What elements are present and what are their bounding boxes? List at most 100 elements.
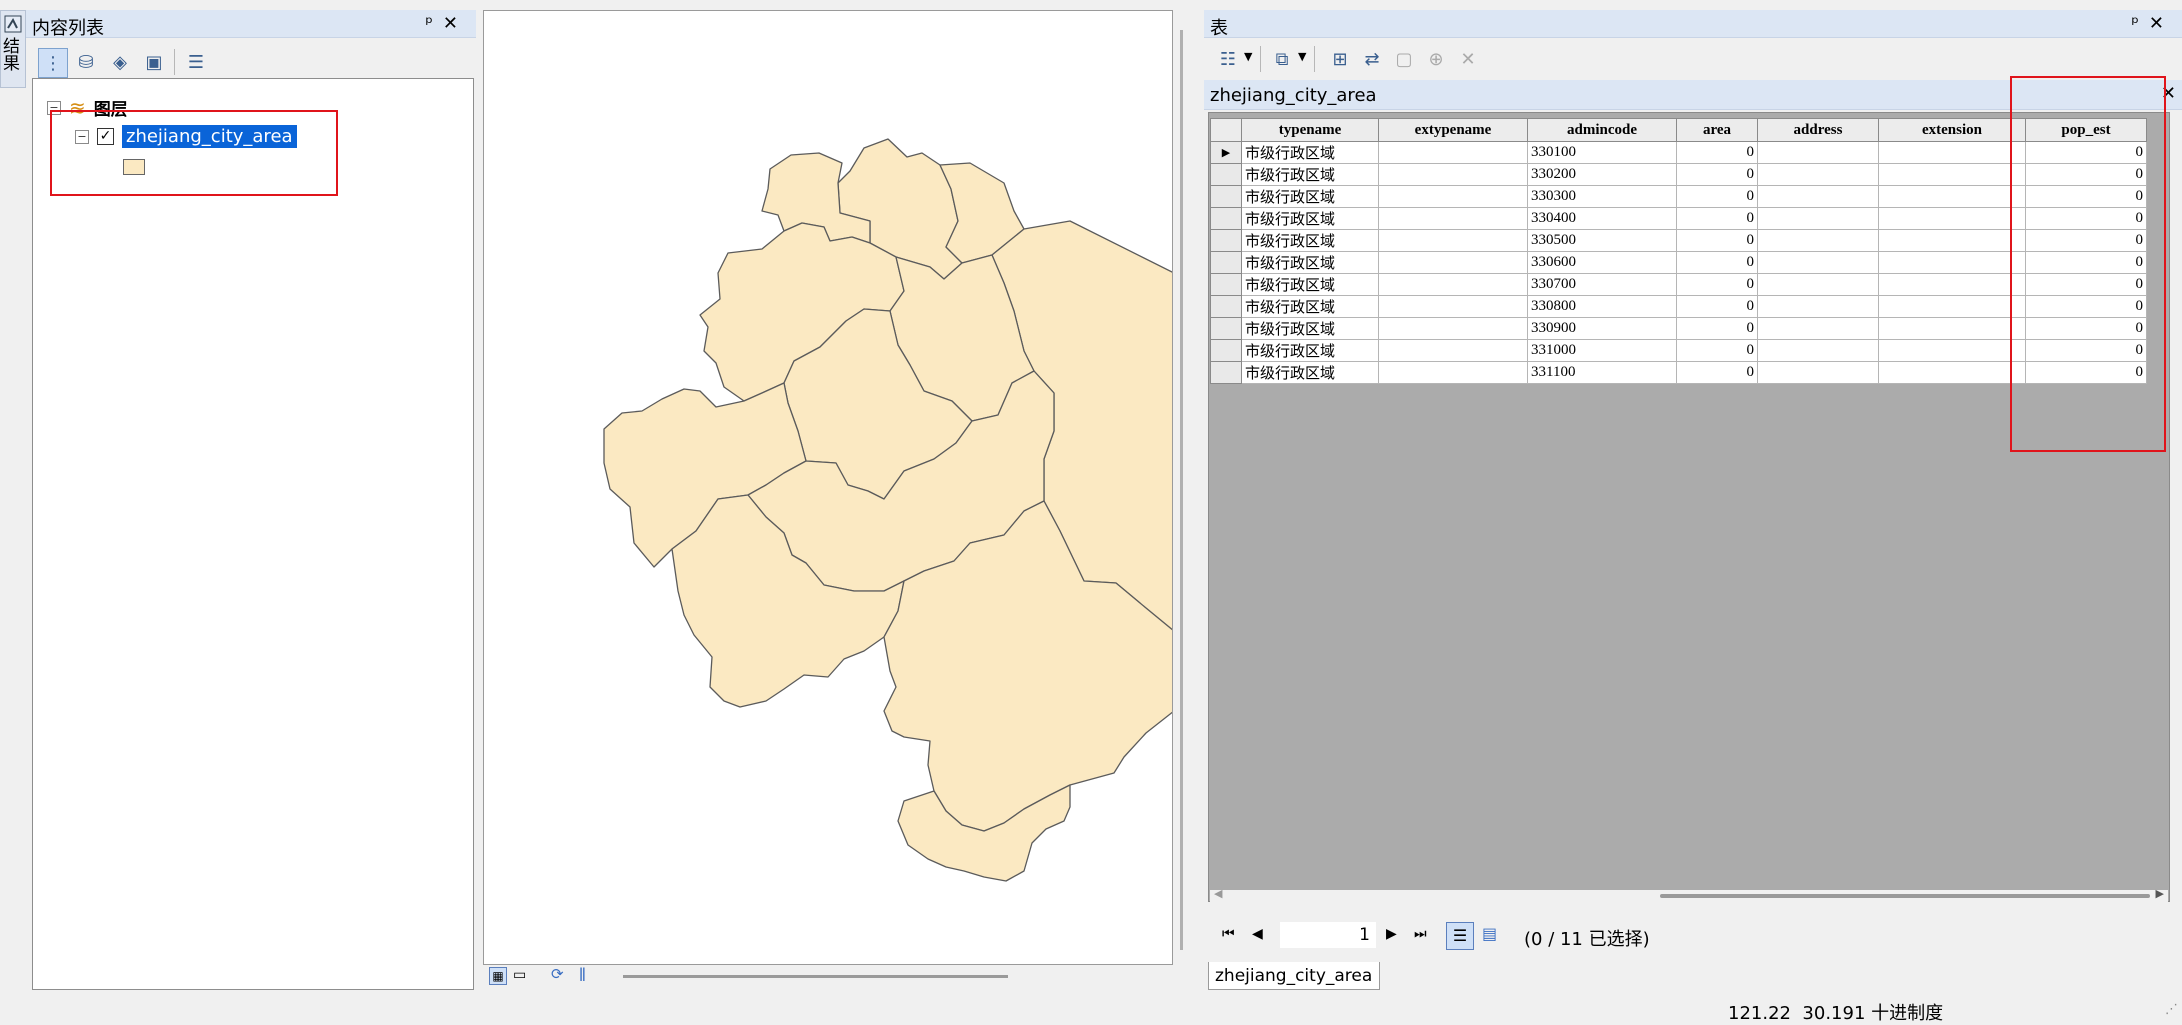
table-cell[interactable] <box>1378 295 1528 318</box>
row-selector[interactable] <box>1210 295 1242 318</box>
table-cell[interactable]: 0 <box>1676 295 1758 318</box>
table-row[interactable]: 市级行政区域 331100 0 0 <box>1210 361 2147 384</box>
chevron-down-icon[interactable]: ▼ <box>1298 50 1306 63</box>
row-selector[interactable] <box>1210 317 1242 340</box>
table-cell[interactable] <box>1878 361 2026 384</box>
table-cell[interactable] <box>1757 229 1879 252</box>
table-cell[interactable] <box>1378 361 1528 384</box>
table-cell[interactable] <box>1378 207 1528 230</box>
column-header[interactable]: area <box>1676 118 1758 142</box>
show-all-records-icon[interactable]: ☰ <box>1446 922 1474 950</box>
table-cell[interactable]: 330600 <box>1527 251 1677 274</box>
table-cell[interactable]: 330400 <box>1527 207 1677 230</box>
column-header[interactable]: extypename <box>1378 118 1528 142</box>
table-cell[interactable] <box>1878 141 2026 164</box>
scroll-left-icon[interactable]: ◀ <box>1214 887 1222 900</box>
table-cell[interactable]: 0 <box>1676 361 1758 384</box>
table-cell[interactable]: 市级行政区域 <box>1241 295 1379 318</box>
scroll-thumb[interactable] <box>1660 894 2150 898</box>
table-cell[interactable] <box>1757 207 1879 230</box>
table-cell[interactable]: 0 <box>1676 185 1758 208</box>
column-header[interactable]: typename <box>1241 118 1379 142</box>
table-cell[interactable] <box>1757 141 1879 164</box>
column-header[interactable]: extension <box>1878 118 2026 142</box>
previous-record-icon[interactable]: ◀ <box>1252 926 1263 942</box>
table-cell[interactable] <box>1757 317 1879 340</box>
table-cell[interactable]: 0 <box>1676 339 1758 362</box>
row-selector[interactable] <box>1210 229 1242 252</box>
map-view[interactable] <box>483 10 1173 965</box>
table-row[interactable]: 市级行政区域 331000 0 0 <box>1210 339 2147 362</box>
table-cell[interactable]: 0 <box>1676 229 1758 252</box>
table-cell[interactable] <box>1378 273 1528 296</box>
row-selector[interactable] <box>1210 273 1242 296</box>
map-horizontal-scrollbar[interactable] <box>623 975 1008 978</box>
table-row[interactable]: 市级行政区域 330400 0 0 <box>1210 207 2147 230</box>
table-cell[interactable] <box>1878 163 2026 186</box>
column-header[interactable]: address <box>1757 118 1879 142</box>
data-view-icon[interactable]: ▦ <box>489 967 507 985</box>
map-canvas[interactable] <box>484 11 1172 964</box>
table-cell[interactable]: 市级行政区域 <box>1241 163 1379 186</box>
results-tab[interactable]: 结果 <box>0 13 23 85</box>
table-cell[interactable] <box>1878 317 2026 340</box>
table-cell[interactable] <box>1757 295 1879 318</box>
table-cell[interactable] <box>1757 185 1879 208</box>
table-cell[interactable] <box>1378 185 1528 208</box>
table-cell[interactable] <box>1378 251 1528 274</box>
table-cell[interactable]: 0 <box>1676 273 1758 296</box>
table-row[interactable]: ▶ 市级行政区域 330100 0 0 <box>1210 141 2147 164</box>
table-cell[interactable]: 330300 <box>1527 185 1677 208</box>
table-cell[interactable] <box>1878 339 2026 362</box>
table-cell[interactable] <box>1878 251 2026 274</box>
table-row[interactable]: 市级行政区域 330600 0 0 <box>1210 251 2147 274</box>
switch-selection-icon[interactable]: ⇄ <box>1358 45 1386 73</box>
table-options-icon[interactable]: ☷ <box>1214 45 1242 73</box>
related-tables-icon[interactable]: ⧉ <box>1268 45 1296 73</box>
table-row[interactable]: 市级行政区域 330200 0 0 <box>1210 163 2147 186</box>
options-icon[interactable]: ☰ <box>182 48 210 76</box>
show-selected-records-icon[interactable]: ▤ <box>1482 924 1497 943</box>
table-cell[interactable] <box>1757 251 1879 274</box>
table-cell[interactable] <box>1378 339 1528 362</box>
table-row[interactable]: 市级行政区域 330300 0 0 <box>1210 185 2147 208</box>
layout-view-icon[interactable]: ▭ <box>513 967 526 983</box>
list-by-source-icon[interactable]: ⛁ <box>72 48 100 76</box>
table-row[interactable]: 市级行政区域 330500 0 0 <box>1210 229 2147 252</box>
table-cell[interactable]: 市级行政区域 <box>1241 361 1379 384</box>
table-cell[interactable] <box>1378 141 1528 164</box>
row-selector[interactable] <box>1210 251 1242 274</box>
table-cell[interactable]: 331100 <box>1527 361 1677 384</box>
delete-selected-icon[interactable]: ✕ <box>1454 45 1482 73</box>
pin-icon[interactable]: ᵖ <box>2131 13 2149 34</box>
row-selector[interactable]: ▶ <box>1210 141 1242 164</box>
resize-grip-icon[interactable]: ⋰ <box>2165 1002 2178 1017</box>
table-cell[interactable]: 0 <box>1676 163 1758 186</box>
table-cell[interactable]: 0 <box>1676 251 1758 274</box>
table-cell[interactable] <box>1378 317 1528 340</box>
table-cell[interactable]: 市级行政区域 <box>1241 273 1379 296</box>
table-cell[interactable]: 330700 <box>1527 273 1677 296</box>
map-vertical-scrollbar[interactable] <box>1180 30 1183 950</box>
table-bottom-tab[interactable]: zhejiang_city_area <box>1208 962 1380 990</box>
table-cell[interactable] <box>1378 229 1528 252</box>
list-by-selection-icon[interactable]: ▣ <box>140 48 168 76</box>
table-cell[interactable] <box>1878 273 2026 296</box>
list-by-visibility-icon[interactable]: ◈ <box>106 48 134 76</box>
table-cell[interactable]: 市级行政区域 <box>1241 229 1379 252</box>
table-cell[interactable]: 0 <box>1676 207 1758 230</box>
table-cell[interactable]: 330200 <box>1527 163 1677 186</box>
table-cell[interactable]: 市级行政区域 <box>1241 185 1379 208</box>
pause-icon[interactable]: ǁ <box>579 966 586 982</box>
table-row[interactable]: 市级行政区域 330800 0 0 <box>1210 295 2147 318</box>
close-icon[interactable]: ✕ <box>2149 13 2174 34</box>
list-by-drawing-order-icon[interactable]: ⋮ <box>38 48 68 78</box>
table-cell[interactable] <box>1878 229 2026 252</box>
first-record-icon[interactable]: ⏮ <box>1222 926 1235 942</box>
row-selector[interactable] <box>1210 207 1242 230</box>
pin-icon[interactable]: ᵖ <box>425 13 443 34</box>
table-horizontal-scrollbar[interactable]: ◀ ▶ <box>1210 887 2168 902</box>
table-cell[interactable] <box>1378 163 1528 186</box>
table-row[interactable]: 市级行政区域 330900 0 0 <box>1210 317 2147 340</box>
close-icon[interactable]: ✕ <box>443 13 468 34</box>
